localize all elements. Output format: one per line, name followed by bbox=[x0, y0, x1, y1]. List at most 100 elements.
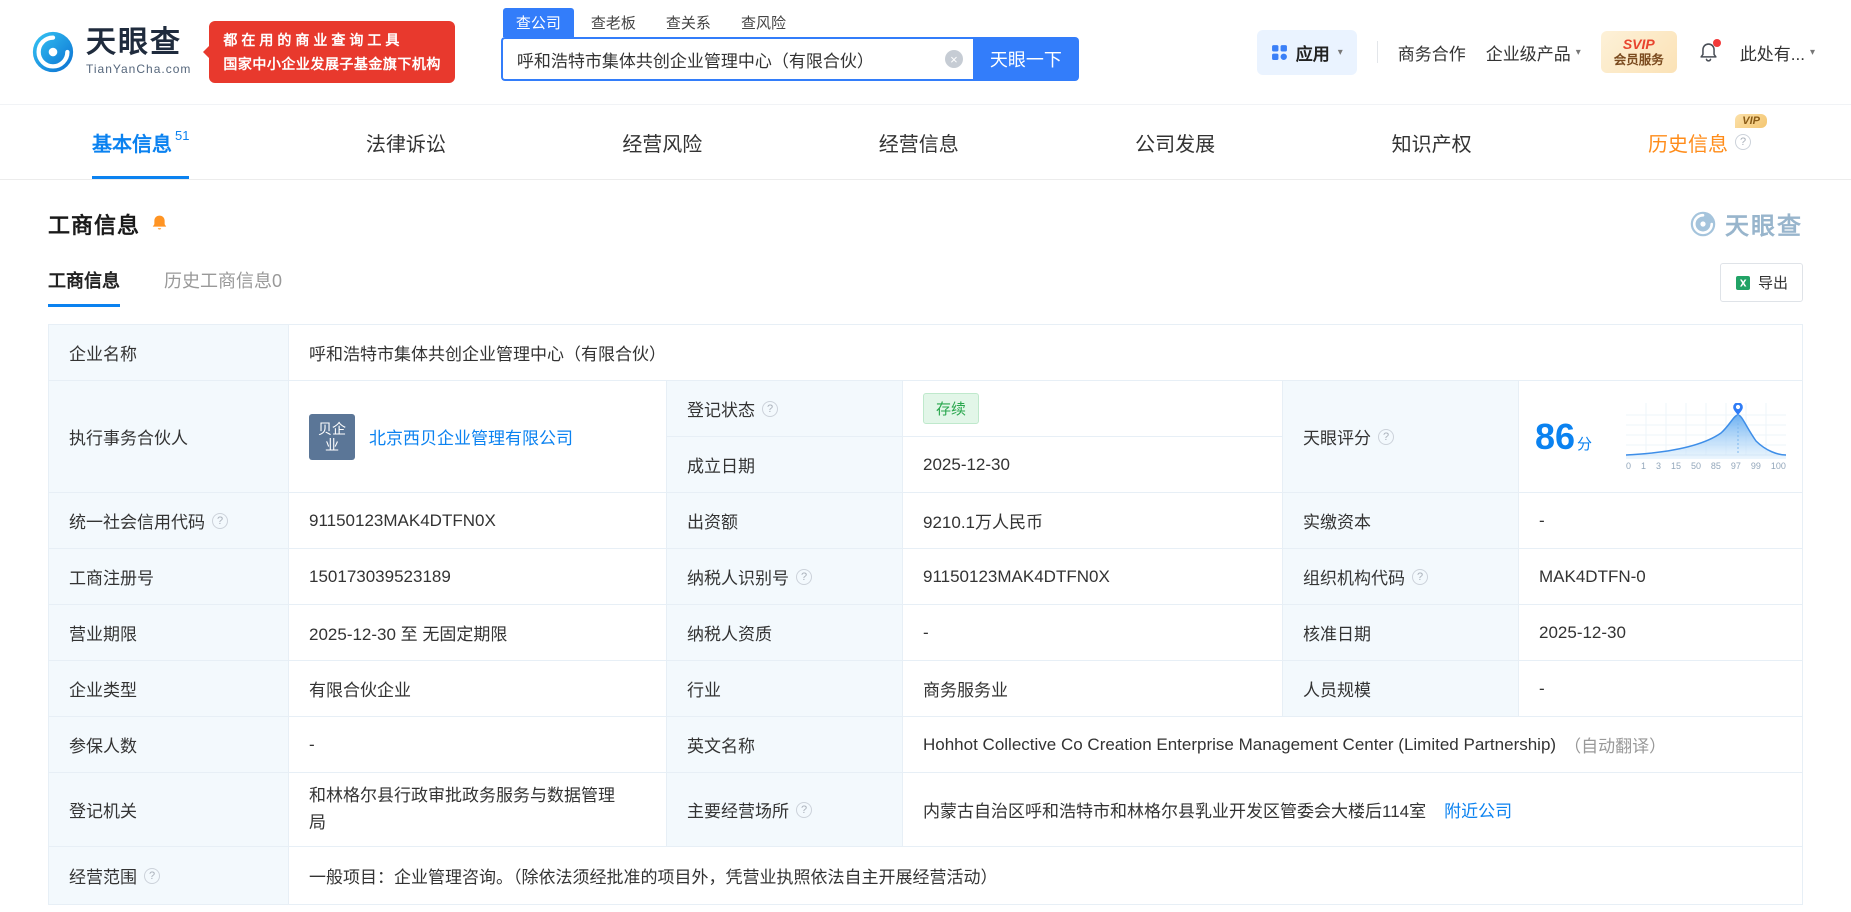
tianyancha-logo-icon bbox=[32, 31, 74, 73]
search-tab-risk[interactable]: 查风险 bbox=[728, 8, 799, 37]
search-tabs: 查公司 查老板 查关系 查风险 bbox=[502, 8, 1079, 37]
user-menu[interactable]: 此处有... ▾ bbox=[1740, 40, 1815, 65]
score-number: 86 分 bbox=[1535, 415, 1593, 457]
tab-company-development[interactable]: 公司发展 bbox=[1135, 105, 1215, 179]
help-icon[interactable]: ? bbox=[762, 400, 778, 417]
field-business-address-value: 内蒙古自治区呼和浩特市和林格尔县乳业开发区管委会大楼后114室 附近公司 bbox=[903, 773, 1803, 847]
field-capital-label: 出资额 bbox=[667, 493, 903, 549]
subscribe-bell-button[interactable] bbox=[150, 214, 169, 233]
tianyancha-logo-icon bbox=[1690, 211, 1716, 236]
svip-membership-badge[interactable]: SVIP 会员服务 bbox=[1600, 31, 1677, 73]
business-info-table: 企业名称 呼和浩特市集体共创企业管理中心（有限合伙） 执行事务合伙人 贝企业 北… bbox=[48, 324, 1803, 905]
partner-logo[interactable]: 贝企业 bbox=[309, 413, 355, 460]
help-icon[interactable]: ? bbox=[796, 801, 812, 818]
help-icon[interactable]: ? bbox=[144, 867, 160, 884]
tab-business-info[interactable]: 经营信息 bbox=[879, 105, 959, 179]
field-staff-size-value: - bbox=[1519, 661, 1803, 717]
nearby-companies-link[interactable]: 附近公司 bbox=[1444, 797, 1512, 822]
field-business-scope-value: 一般项目：企业管理咨询。（除依法须经批准的项目外，凭营业执照依法自主开展经营活动… bbox=[289, 847, 1803, 905]
field-insured-count-value: - bbox=[289, 717, 667, 773]
business-cooperation-link[interactable]: 商务合作 bbox=[1398, 40, 1466, 65]
header-right-nav: 应用 ▾ 商务合作 企业级产品 ▾ SVIP 会员服务 此处有... ▾ bbox=[1256, 29, 1815, 75]
score-axis: 01 3 15 50 85 97 99 100 bbox=[1626, 460, 1786, 471]
tianyancha-logo[interactable]: 天眼查 TianYanCha.com bbox=[30, 28, 191, 76]
field-executive-partner-label: 执行事务合伙人 bbox=[49, 381, 289, 493]
field-company-type-label: 企业类型 bbox=[49, 661, 289, 717]
subtab-business-registration[interactable]: 工商信息 bbox=[48, 267, 120, 307]
field-insured-count-label: 参保人数 bbox=[49, 717, 289, 773]
search-button[interactable]: 天眼一下 bbox=[972, 37, 1079, 81]
tab-operational-risk[interactable]: 经营风险 bbox=[622, 105, 702, 179]
enterprise-products-label: 企业级产品 bbox=[1485, 44, 1571, 64]
tab-history-info[interactable]: VIP 历史信息 ? bbox=[1648, 105, 1767, 179]
export-button[interactable]: 导出 bbox=[1719, 263, 1803, 302]
divider bbox=[1376, 41, 1378, 63]
subtab-history-registration[interactable]: 历史工商信息0 bbox=[164, 267, 282, 307]
search-tab-relation[interactable]: 查关系 bbox=[653, 8, 724, 37]
score-curve bbox=[1626, 402, 1786, 459]
main-tab-bar: 基本信息 51 法律诉讼 经营风险 经营信息 公司发展 知识产权 VIP 历史信… bbox=[0, 104, 1851, 180]
brand-domain: TianYanCha.com bbox=[86, 62, 192, 76]
help-icon[interactable]: ? bbox=[1412, 568, 1428, 585]
field-establish-date-label: 成立日期 bbox=[667, 437, 903, 493]
tab-basic-info[interactable]: 基本信息 51 bbox=[92, 105, 190, 179]
svip-label: SVIP bbox=[1622, 36, 1655, 53]
promo-line1: 都在用的商业查询工具 bbox=[223, 32, 404, 48]
help-icon[interactable]: ? bbox=[1735, 134, 1751, 150]
bell-icon bbox=[152, 215, 167, 230]
export-label: 导出 bbox=[1757, 275, 1788, 292]
help-icon[interactable]: ? bbox=[796, 568, 812, 585]
search-tab-boss[interactable]: 查老板 bbox=[578, 8, 649, 37]
header: 天眼查 TianYanCha.com 都在用的商业查询工具 国家中小企业发展子基… bbox=[0, 0, 1851, 104]
tab-intellectual-property[interactable]: 知识产权 bbox=[1392, 105, 1472, 179]
field-approval-date-value: 2025-12-30 bbox=[1519, 605, 1803, 661]
subtabs-row: 工商信息 历史工商信息0 导出 bbox=[48, 263, 1803, 310]
field-company-type-value: 有限合伙企业 bbox=[289, 661, 667, 717]
clear-search-icon[interactable]: × bbox=[944, 50, 963, 68]
promo-line2: 国家中小企业发展子基金旗下机构 bbox=[223, 56, 441, 72]
field-company-name-label: 企业名称 bbox=[49, 325, 289, 381]
field-business-address-label: 主要经营场所? bbox=[667, 773, 903, 847]
promo-banner: 都在用的商业查询工具 国家中小企业发展子基金旗下机构 bbox=[209, 21, 455, 83]
field-executive-partner-value: 贝企业 北京西贝企业管理有限公司 bbox=[289, 381, 667, 493]
chevron-down-icon: ▾ bbox=[1575, 46, 1581, 58]
field-reg-status-label: 登记状态? bbox=[667, 381, 903, 437]
score-pin-icon bbox=[1733, 402, 1743, 415]
vip-badge: VIP bbox=[1735, 114, 1767, 128]
apps-button[interactable]: 应用 ▾ bbox=[1256, 29, 1357, 75]
field-paid-capital-value: - bbox=[1519, 493, 1803, 549]
enterprise-products-link[interactable]: 企业级产品 ▾ bbox=[1486, 40, 1581, 65]
apps-grid-icon bbox=[1271, 44, 1287, 60]
search-block: 查公司 查老板 查关系 查风险 × 天眼一下 bbox=[500, 8, 1079, 81]
search-input[interactable] bbox=[516, 49, 937, 69]
excel-icon bbox=[1735, 275, 1750, 290]
tab-legal-proceedings[interactable]: 法律诉讼 bbox=[366, 105, 446, 179]
status-badge: 存续 bbox=[923, 393, 980, 424]
search-tab-company[interactable]: 查公司 bbox=[502, 8, 574, 37]
auto-translate-note: （自动翻译） bbox=[1564, 737, 1667, 756]
field-credit-code-value: 91150123MAK4DTFN0X bbox=[289, 493, 667, 549]
field-english-name-label: 英文名称 bbox=[667, 717, 903, 773]
section-head: 工商信息 天眼查 bbox=[48, 206, 1803, 241]
field-taxpayer-quality-label: 纳税人资质 bbox=[667, 605, 903, 661]
apps-label: 应用 bbox=[1295, 44, 1330, 64]
field-capital-value: 9210.1万人民币 bbox=[903, 493, 1283, 549]
field-taxpayer-id-value: 91150123MAK4DTFN0X bbox=[903, 549, 1283, 605]
field-paid-capital-label: 实缴资本 bbox=[1283, 493, 1519, 549]
field-reg-number-label: 工商注册号 bbox=[49, 549, 289, 605]
watermark-text: 天眼查 bbox=[1725, 213, 1803, 240]
field-industry-value: 商务服务业 bbox=[903, 661, 1283, 717]
partner-company-link[interactable]: 北京西贝企业管理有限公司 bbox=[369, 424, 573, 449]
tianyancha-watermark: 天眼查 bbox=[1689, 206, 1803, 241]
field-taxpayer-id-label: 纳税人识别号? bbox=[667, 549, 903, 605]
notifications-button[interactable] bbox=[1697, 38, 1721, 64]
tab-history-info-label: 历史信息 bbox=[1648, 133, 1728, 156]
field-business-term-label: 营业期限 bbox=[49, 605, 289, 661]
help-icon[interactable]: ? bbox=[1378, 428, 1394, 445]
chevron-down-icon: ▾ bbox=[1809, 46, 1815, 58]
field-establish-date-value: 2025-12-30 bbox=[903, 437, 1283, 493]
field-taxpayer-quality-value: - bbox=[903, 605, 1283, 661]
field-tyc-score-value: 86 分 0 1 3 15 50 85 97 99 100 bbox=[1519, 381, 1803, 493]
help-icon[interactable]: ? bbox=[212, 512, 228, 529]
field-credit-code-label: 统一社会信用代码? bbox=[49, 493, 289, 549]
